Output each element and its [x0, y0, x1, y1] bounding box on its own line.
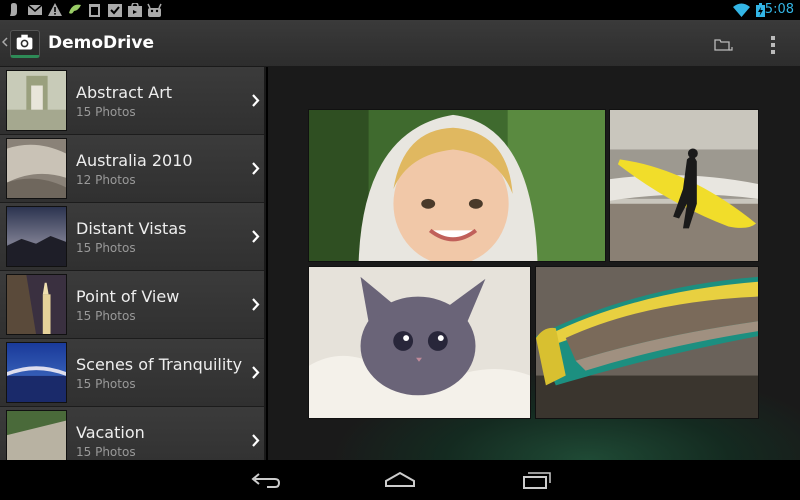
album-item-australia-2010[interactable]: Australia 2010 12 Photos — [0, 135, 264, 203]
check-icon — [108, 4, 122, 17]
chevron-right-icon — [252, 298, 260, 311]
battery-icon — [756, 3, 765, 17]
boat-photo[interactable] — [535, 266, 759, 419]
album-item-abstract-art[interactable]: Abstract Art 15 Photos — [0, 67, 264, 135]
vacation-thumbnail — [6, 410, 67, 460]
album-title: Abstract Art — [76, 83, 173, 102]
photo-grid — [268, 67, 800, 460]
home-icon[interactable] — [380, 468, 420, 492]
android-icon — [147, 3, 162, 17]
album-count: 15 Photos — [76, 309, 136, 323]
album-count: 15 Photos — [76, 105, 136, 119]
navigation-bar — [0, 460, 800, 500]
scenes-of-tranquility-thumbnail — [6, 342, 67, 403]
child-in-hood-photo[interactable] — [308, 109, 606, 262]
kitten-photo[interactable] — [308, 266, 531, 419]
app-title: DemoDrive — [48, 33, 154, 53]
album-list: Abstract Art 15 Photos Australia 2010 12… — [0, 67, 266, 460]
clock: 5:08 — [764, 2, 794, 17]
album-count: 15 Photos — [76, 377, 136, 391]
distant-vistas-thumbnail — [6, 206, 67, 267]
album-item-scenes-of-tranquility[interactable]: Scenes of Tranquility 15 Photos — [0, 339, 264, 407]
back-icon[interactable] — [245, 468, 285, 492]
chevron-right-icon — [252, 162, 260, 175]
point-of-view-thumbnail — [6, 274, 67, 335]
notification-icon — [10, 3, 17, 16]
status-bar: 5:08 — [0, 0, 800, 20]
album-title: Distant Vistas — [76, 219, 187, 238]
shopping-icon — [128, 3, 142, 17]
album-item-distant-vistas[interactable]: Distant Vistas 15 Photos — [0, 203, 264, 271]
album-title: Scenes of Tranquility — [76, 355, 243, 374]
mail-icon — [28, 4, 42, 15]
chevron-right-icon — [252, 230, 260, 243]
action-bar: DemoDrive — [0, 20, 800, 67]
abstract-art-thumbnail — [6, 70, 67, 131]
album-title: Point of View — [76, 287, 180, 306]
album-item-vacation[interactable]: Vacation 15 Photos — [0, 407, 264, 460]
album-item-point-of-view[interactable]: Point of View 15 Photos — [0, 271, 264, 339]
album-count: 15 Photos — [76, 241, 136, 255]
cloud-folder-icon[interactable] — [708, 29, 738, 59]
wifi-icon — [733, 3, 750, 17]
album-title: Vacation — [76, 423, 145, 442]
app-icon — [69, 4, 81, 14]
clipboard-icon — [89, 4, 100, 17]
chevron-right-icon — [252, 94, 260, 107]
warning-icon — [48, 3, 62, 16]
app-logo[interactable] — [10, 30, 40, 58]
album-count: 15 Photos — [76, 445, 136, 459]
up-caret-icon[interactable] — [2, 37, 8, 47]
surfer-photo[interactable] — [609, 109, 759, 262]
album-count: 12 Photos — [76, 173, 136, 187]
chevron-right-icon — [252, 434, 260, 447]
album-title: Australia 2010 — [76, 151, 193, 170]
australia-2010-thumbnail — [6, 138, 67, 199]
recent-apps-icon[interactable] — [516, 468, 556, 492]
camera-icon — [16, 34, 33, 50]
chevron-right-icon — [252, 366, 260, 379]
overflow-menu-icon[interactable] — [758, 29, 788, 59]
